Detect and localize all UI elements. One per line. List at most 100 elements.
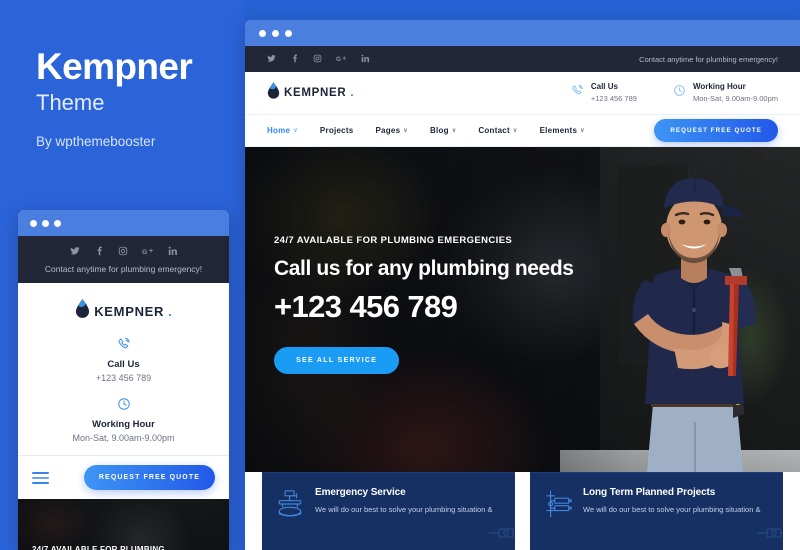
window-dot-yellow[interactable] <box>42 219 49 227</box>
desktop-browser-chrome <box>245 20 800 46</box>
mobile-contact-title: Working Hour <box>92 419 155 430</box>
pipe-icon <box>544 489 572 550</box>
instagram-icon[interactable] <box>118 246 128 259</box>
nav-item-projects[interactable]: Projects <box>320 126 354 135</box>
mobile-topbar-message: Contact anytime for plumbing emergency! <box>44 264 203 274</box>
mobile-contact-title: Call Us <box>107 359 140 370</box>
header-contact-info: Call Us +123 456 789 Working Hour Mon-Sa… <box>571 82 778 105</box>
valve-icon <box>276 489 304 550</box>
nav-label: Elements <box>539 126 578 135</box>
mobile-contact-call: Call Us +123 456 789 <box>18 337 229 383</box>
window-dot-green[interactable] <box>285 29 292 37</box>
site-logo[interactable]: KEMPNER. <box>267 82 354 104</box>
brand-block: Kempner Theme By wpthemebooster <box>36 46 236 149</box>
mobile-preview-mockup: G Contact anytime for plumbing emergency… <box>18 210 229 550</box>
clock-icon <box>18 397 229 416</box>
service-card-title: Long Term Planned Projects <box>583 487 716 498</box>
window-dot-red[interactable] <box>259 29 266 37</box>
hero-content: 24/7 AVAILABLE FOR PLUMBING EMERGENCIES … <box>274 235 574 374</box>
mobile-contact-info: Call Us +123 456 789 Working Hour Mon-Sa… <box>18 333 229 455</box>
hero-phone-number: +123 456 789 <box>274 289 458 324</box>
main-navigation: Home ∨ Projects Pages ∨ Blog ∨ Contact ∨… <box>245 115 800 147</box>
facebook-icon[interactable] <box>94 246 104 259</box>
mobile-contact-value: Mon-Sat, 9.00am-9.00pm <box>72 433 175 443</box>
chevron-down-icon: ∨ <box>512 128 518 134</box>
brand-byline: By wpthemebooster <box>36 133 156 149</box>
nav-item-elements[interactable]: Elements ∨ <box>540 126 585 135</box>
mobile-contact-value: +123 456 789 <box>95 373 152 383</box>
contact-value: +123 456 789 <box>590 93 637 103</box>
plumber-photo-figure <box>607 172 782 472</box>
page-title: Kempner <box>36 46 193 87</box>
mobile-logo[interactable]: KEMPNER. <box>18 283 229 333</box>
nav-label: Pages <box>375 126 401 135</box>
service-card-title: Emergency Service <box>315 487 406 498</box>
window-dot-green[interactable] <box>54 219 61 227</box>
googleplus-icon[interactable]: G <box>142 246 154 259</box>
mobile-contact-hours: Working Hour Mon-Sat, 9.00am-9.00pm <box>18 397 229 443</box>
topbar-message: Contact anytime for plumbing emergency! <box>639 54 778 64</box>
chevron-down-icon: ∨ <box>580 128 585 134</box>
window-dot-yellow[interactable] <box>272 29 279 37</box>
mobile-topbar: G Contact anytime for plumbing emergency… <box>18 236 229 283</box>
request-quote-button[interactable]: REQUEST FREE QUOTE <box>654 119 778 142</box>
mobile-browser-chrome <box>18 210 229 236</box>
twitter-icon[interactable] <box>267 54 276 65</box>
hero-eyebrow: 24/7 AVAILABLE FOR PLUMBING EMERGENCIES <box>274 235 513 246</box>
water-drop-logo-icon <box>267 82 280 104</box>
water-drop-logo-icon <box>75 299 90 323</box>
mobile-hero-eyebrow: 24/7 AVAILABLE FOR PLUMBING EMERGENCIES <box>32 545 165 550</box>
contact-value: Mon-Sat, 9.00am-9.00pm <box>692 93 778 103</box>
nav-label: Blog <box>429 126 449 135</box>
mobile-request-quote-button[interactable]: REQUEST FREE QUOTE <box>83 465 215 490</box>
see-all-service-button[interactable]: SEE ALL SERVICE <box>274 347 400 374</box>
logo-period: . <box>168 303 172 319</box>
phone-icon <box>18 337 229 356</box>
hero-section: 24/7 AVAILABLE FOR PLUMBING EMERGENCIES … <box>245 147 800 472</box>
nav-label: Home <box>267 126 291 135</box>
nav-item-pages[interactable]: Pages ∨ <box>375 126 407 135</box>
chevron-down-icon: ∨ <box>293 128 298 134</box>
instagram-icon[interactable] <box>313 54 322 65</box>
contact-title: Call Us <box>590 81 618 91</box>
service-card-emergency[interactable]: Emergency Service We will do our best to… <box>262 472 515 550</box>
window-dot-red[interactable] <box>30 219 37 227</box>
logo-period: . <box>350 87 354 99</box>
valve-watermark-icon <box>489 517 515 550</box>
contact-title: Working Hour <box>692 81 746 91</box>
mobile-navbar: REQUEST FREE QUOTE <box>18 455 229 499</box>
site-topbar: G Contact anytime for plumbing emergency… <box>245 46 800 72</box>
chevron-down-icon: ∨ <box>403 128 408 134</box>
nav-label: Projects <box>319 126 354 135</box>
hamburger-menu-icon[interactable] <box>32 471 49 484</box>
social-links: G <box>267 54 370 65</box>
service-cards-row: Emergency Service We will do our best to… <box>245 472 800 550</box>
service-card-long-term[interactable]: Long Term Planned Projects We will do ou… <box>530 472 783 550</box>
facebook-icon[interactable] <box>290 54 299 65</box>
mobile-social-links: G <box>18 246 229 259</box>
header-contact-call: Call Us +123 456 789 <box>571 82 637 105</box>
pipe-watermark-icon <box>757 517 783 550</box>
phone-icon <box>571 84 584 102</box>
googleplus-icon[interactable]: G <box>336 54 347 65</box>
nav-item-blog[interactable]: Blog ∨ <box>430 126 456 135</box>
svg-text:G: G <box>336 56 341 63</box>
left-promo-panel: Kempner Theme By wpthemebooster G Contac… <box>0 0 245 550</box>
desktop-preview-mockup: G Contact anytime for plumbing emergency… <box>245 20 800 550</box>
nav-label: Contact <box>478 126 510 135</box>
nav-item-home[interactable]: Home ∨ <box>267 126 298 135</box>
linkedin-icon[interactable] <box>361 54 370 65</box>
chevron-down-icon: ∨ <box>451 128 457 134</box>
twitter-icon[interactable] <box>69 246 80 259</box>
service-card-description: We will do our best to solve your plumbi… <box>315 505 493 514</box>
hero-heading: Call us for any plumbing needs <box>274 257 574 280</box>
logo-wordmark: KEMPNER <box>284 87 347 99</box>
clock-icon <box>673 84 686 102</box>
mobile-hero-overlay <box>18 499 229 550</box>
site-header: KEMPNER. Call Us +123 456 789 Working Ho… <box>245 72 800 115</box>
svg-text:G: G <box>142 249 147 256</box>
header-contact-hours: Working Hour Mon-Sat, 9.00am-9.00pm <box>673 82 778 105</box>
nav-item-contact[interactable]: Contact ∨ <box>478 126 517 135</box>
linkedin-icon[interactable] <box>168 246 178 259</box>
